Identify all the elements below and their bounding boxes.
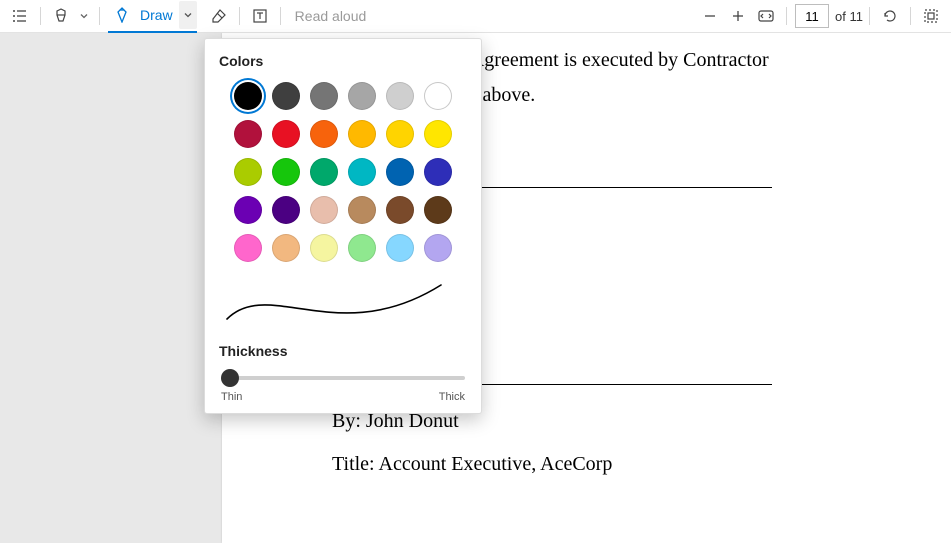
draw-options-panel: Colors Thickness Thin Thick bbox=[204, 38, 482, 414]
text-icon[interactable] bbox=[246, 2, 274, 30]
color-swatch[interactable] bbox=[424, 158, 452, 186]
rotate-icon[interactable] bbox=[876, 2, 904, 30]
color-swatch[interactable] bbox=[310, 120, 338, 148]
color-swatch-grid bbox=[215, 79, 471, 265]
color-swatch[interactable] bbox=[424, 234, 452, 262]
draw-pen-icon[interactable] bbox=[108, 1, 136, 29]
slider-min-label: Thin bbox=[221, 391, 242, 403]
erase-icon[interactable] bbox=[205, 2, 233, 30]
separator bbox=[40, 7, 41, 25]
read-aloud-button[interactable]: Read aloud bbox=[295, 8, 367, 24]
color-swatch[interactable] bbox=[348, 120, 376, 148]
page-total-label: of 11 bbox=[835, 9, 863, 24]
draw-tool-group: Draw bbox=[108, 0, 197, 33]
color-swatch[interactable] bbox=[424, 82, 452, 110]
color-swatch[interactable] bbox=[310, 158, 338, 186]
color-swatch[interactable] bbox=[386, 120, 414, 148]
color-swatch[interactable] bbox=[348, 82, 376, 110]
color-swatch[interactable] bbox=[310, 196, 338, 224]
draw-options-chevron[interactable] bbox=[179, 1, 197, 29]
color-swatch[interactable] bbox=[386, 234, 414, 262]
separator bbox=[239, 7, 240, 25]
highlighter-options-chevron[interactable] bbox=[75, 2, 93, 30]
draw-label[interactable]: Draw bbox=[140, 7, 173, 23]
color-swatch[interactable] bbox=[234, 120, 262, 148]
color-swatch[interactable] bbox=[234, 234, 262, 262]
color-swatch[interactable] bbox=[424, 196, 452, 224]
color-swatch[interactable] bbox=[272, 82, 300, 110]
zoom-out-icon[interactable] bbox=[696, 2, 724, 30]
color-swatch[interactable] bbox=[234, 82, 262, 110]
separator bbox=[869, 7, 870, 25]
color-swatch[interactable] bbox=[272, 234, 300, 262]
thickness-heading: Thickness bbox=[219, 343, 471, 359]
page-view-icon[interactable] bbox=[917, 2, 945, 30]
color-swatch[interactable] bbox=[386, 196, 414, 224]
color-swatch[interactable] bbox=[348, 158, 376, 186]
color-swatch[interactable] bbox=[310, 82, 338, 110]
color-swatch[interactable] bbox=[348, 234, 376, 262]
slider-thumb[interactable] bbox=[221, 369, 239, 387]
separator bbox=[99, 7, 100, 25]
color-swatch[interactable] bbox=[386, 82, 414, 110]
fit-width-icon[interactable] bbox=[752, 2, 780, 30]
separator bbox=[910, 7, 911, 25]
separator bbox=[786, 7, 787, 25]
contents-icon[interactable] bbox=[6, 2, 34, 30]
pdf-toolbar: Draw Read aloud of 11 bbox=[0, 0, 951, 33]
stroke-preview bbox=[219, 279, 467, 325]
color-swatch[interactable] bbox=[386, 158, 414, 186]
color-swatch[interactable] bbox=[272, 158, 300, 186]
slider-max-label: Thick bbox=[439, 391, 465, 403]
color-swatch[interactable] bbox=[234, 158, 262, 186]
color-swatch[interactable] bbox=[348, 196, 376, 224]
colors-heading: Colors bbox=[219, 53, 471, 69]
zoom-in-icon[interactable] bbox=[724, 2, 752, 30]
color-swatch[interactable] bbox=[234, 196, 262, 224]
doc-title-line: Title: Account Executive, AceCorp bbox=[332, 450, 927, 479]
highlighter-icon[interactable] bbox=[47, 2, 75, 30]
color-swatch[interactable] bbox=[272, 120, 300, 148]
color-swatch[interactable] bbox=[424, 120, 452, 148]
separator bbox=[280, 7, 281, 25]
color-swatch[interactable] bbox=[310, 234, 338, 262]
slider-track bbox=[221, 376, 465, 380]
color-swatch[interactable] bbox=[272, 196, 300, 224]
page-number-input[interactable] bbox=[795, 4, 829, 28]
thickness-slider[interactable] bbox=[221, 367, 465, 389]
